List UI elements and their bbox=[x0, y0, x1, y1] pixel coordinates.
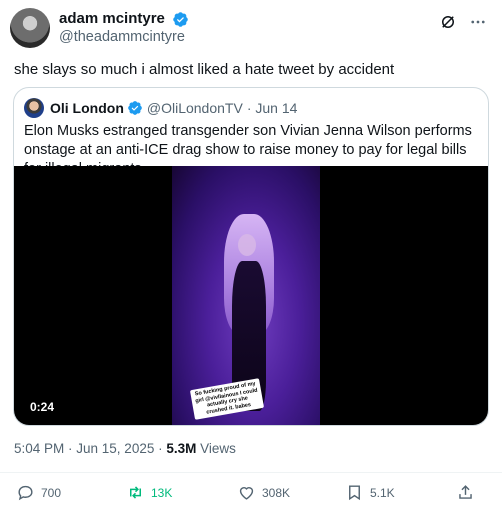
repost-button[interactable]: 13K bbox=[126, 483, 172, 502]
author-info: adam mcintyre bbox=[59, 9, 189, 29]
tweet-top-actions bbox=[438, 12, 488, 32]
video-duration: 0:24 bbox=[30, 400, 55, 414]
author-name[interactable]: adam mcintyre bbox=[59, 9, 165, 29]
quoted-tweet-header: Oli London @OliLondonTV · Jun 14 bbox=[24, 98, 297, 118]
quoted-author-avatar bbox=[24, 98, 44, 118]
views-count: 5.3M bbox=[166, 441, 197, 456]
quoted-author-handle: @OliLondonTV bbox=[146, 100, 243, 116]
bookmark-icon bbox=[349, 485, 360, 501]
like-icon bbox=[239, 487, 254, 500]
share-button[interactable] bbox=[456, 483, 481, 502]
bookmark-button[interactable]: 5.1K bbox=[345, 483, 395, 502]
quoted-tweet-date: · Jun 14 bbox=[246, 100, 298, 116]
author-handle[interactable]: @theadammcintyre bbox=[59, 29, 185, 45]
like-button[interactable]: 308K bbox=[237, 483, 290, 502]
reply-icon bbox=[18, 485, 33, 501]
quoted-author-name: Oli London bbox=[50, 100, 124, 116]
reply-button[interactable]: 700 bbox=[16, 483, 61, 502]
video-frame: So fucking proud of my girl @vivllainous… bbox=[172, 166, 320, 425]
views-label: Views bbox=[196, 441, 236, 456]
video-sticker-caption: So fucking proud of my girl @vivllainous… bbox=[189, 378, 265, 420]
share-icon bbox=[459, 485, 472, 499]
quoted-video[interactable]: So fucking proud of my girl @vivllainous… bbox=[14, 166, 488, 425]
author-avatar[interactable] bbox=[10, 8, 50, 48]
action-bar: 700 13K 308K 5.1K bbox=[0, 472, 502, 510]
verified-badge-icon bbox=[173, 11, 189, 27]
more-icon[interactable] bbox=[468, 12, 488, 32]
quoted-tweet[interactable]: Oli London @OliLondonTV · Jun 14 Elon Mu… bbox=[13, 87, 489, 426]
tweet-meta: 5:04 PM · Jun 15, 2025 · 5.3M Views bbox=[14, 441, 236, 456]
repost-count: 13K bbox=[151, 485, 173, 500]
reply-count: 700 bbox=[41, 485, 62, 500]
repost-icon bbox=[129, 486, 142, 499]
tweet: adam mcintyre @theadammcintyre she slays… bbox=[0, 0, 502, 520]
tweet-text: she slays so much i almost liked a hate … bbox=[14, 61, 395, 78]
grok-icon[interactable] bbox=[438, 12, 458, 32]
bookmark-count: 5.1K bbox=[370, 485, 395, 500]
verified-badge-icon bbox=[128, 101, 142, 115]
tweet-timestamp[interactable]: 5:04 PM · Jun 15, 2025 · bbox=[14, 441, 166, 456]
like-count: 308K bbox=[262, 485, 291, 500]
video-performer-face bbox=[238, 234, 256, 256]
